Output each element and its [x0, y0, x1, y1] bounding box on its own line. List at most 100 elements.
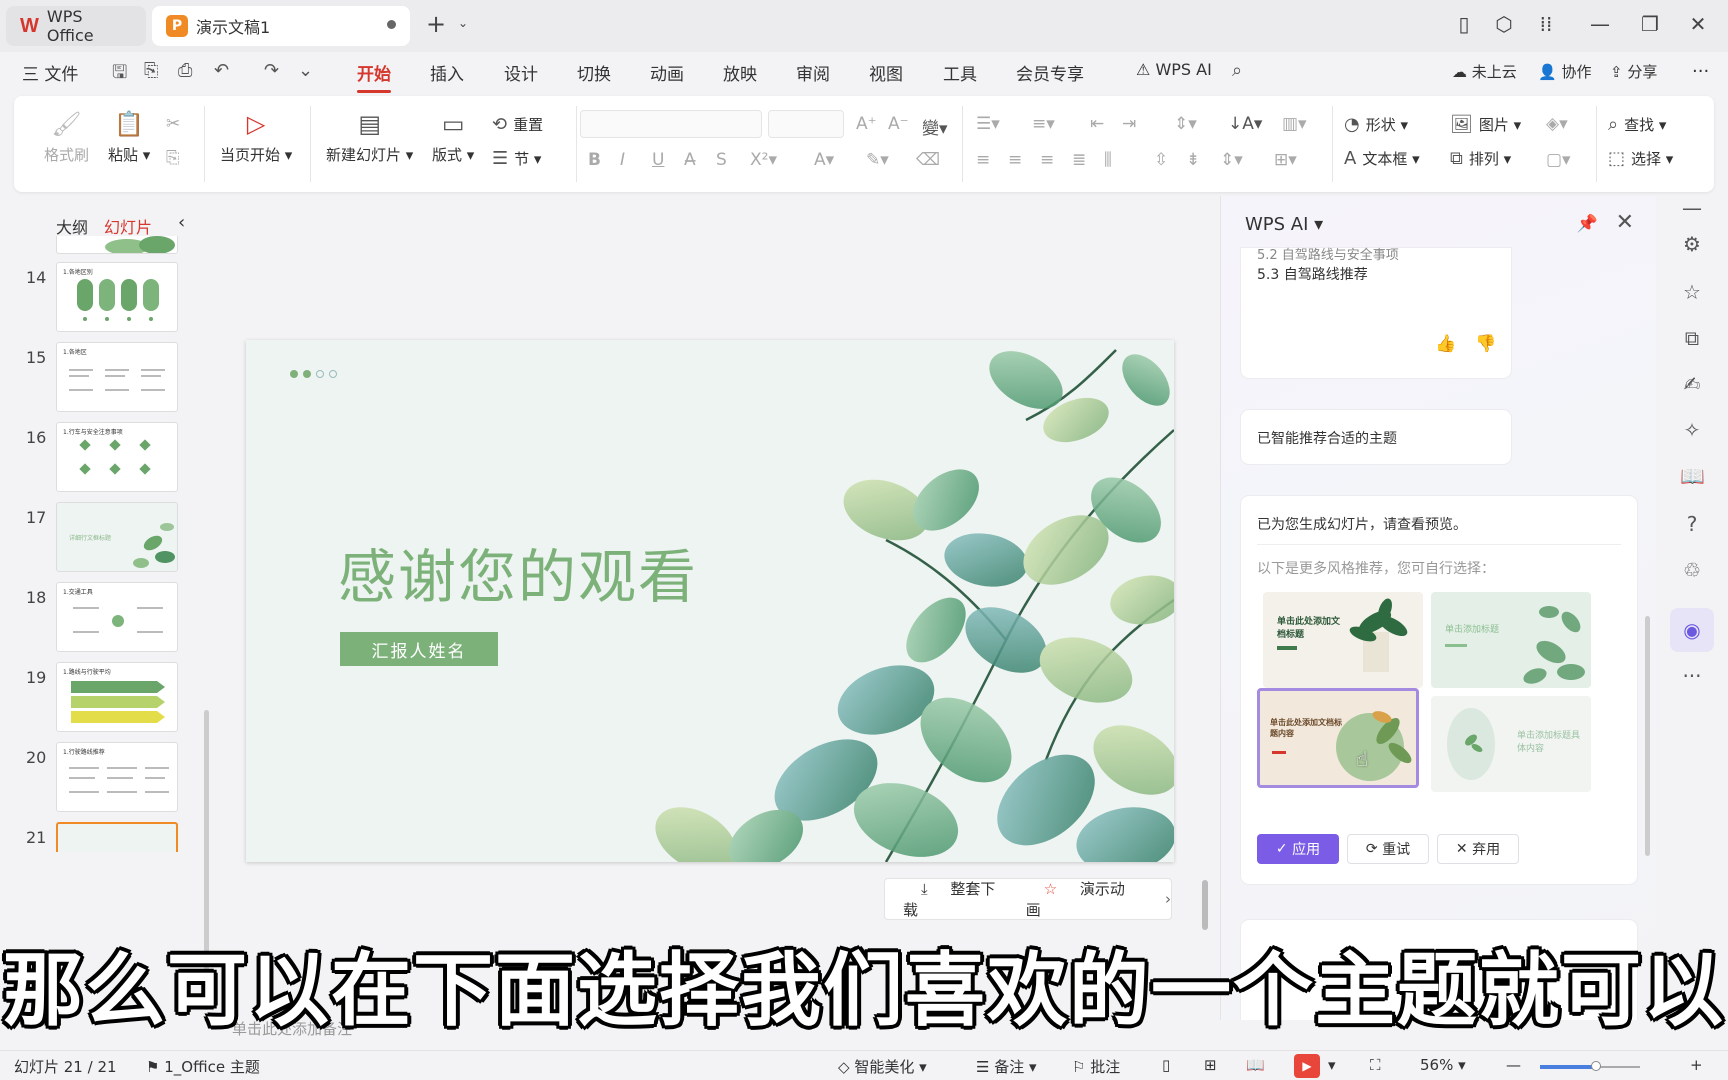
phonetic-icon[interactable]: 變▾ [922, 114, 948, 139]
new-slide-button[interactable]: ▤ 新建幻灯片 ▾ [326, 110, 413, 165]
reset-button[interactable]: ⟲ 重置 [492, 114, 543, 135]
menu-transition[interactable]: 切换 [577, 60, 611, 85]
menu-animation[interactable]: 动画 [650, 60, 684, 85]
menu-slideshow[interactable]: 放映 [723, 60, 757, 85]
line-spacing-icon[interactable]: ⇕▾ [1174, 114, 1197, 134]
discard-button[interactable]: ✕ 弃用 [1437, 834, 1519, 864]
font-family-select[interactable] [580, 110, 762, 138]
slide-thumbnail[interactable]: 1.各地区 [56, 342, 178, 412]
slide-thumbnail-selected[interactable] [56, 822, 178, 852]
columns-icon[interactable]: ▥▾ [1282, 114, 1307, 134]
restore-icon[interactable]: ❐ [1636, 12, 1664, 36]
theme-indicator[interactable]: ⚑ 1_Office 主题 [146, 1056, 260, 1077]
print-icon[interactable]: ⎙ [178, 60, 192, 81]
unsaved-dot-icon[interactable] [387, 20, 396, 29]
bullet-list-icon[interactable]: ☰▾ [976, 114, 1000, 134]
beautify-button[interactable]: ◇ 智能美化 ▾ [838, 1056, 927, 1077]
select-button[interactable]: ⬚ 选择 ▾ [1608, 148, 1673, 169]
eraser-icon[interactable]: ⌫ [916, 150, 940, 170]
close-window-icon[interactable]: ✕ [1684, 12, 1712, 36]
highlight-icon[interactable]: ✎▾ [866, 150, 889, 170]
arrange-button[interactable]: ⧉ 排列 ▾ [1450, 148, 1511, 169]
slide-vertical-scrollbar[interactable] [1202, 880, 1208, 930]
home-tab[interactable]: W WPS Office [6, 6, 146, 46]
slideshow-play-icon[interactable]: ▶ [1294, 1054, 1320, 1078]
star-outline-icon[interactable]: ☆ [1680, 280, 1704, 304]
slides-copy-icon[interactable]: ⧉ [1680, 326, 1704, 350]
minimize-icon[interactable]: — [1586, 12, 1614, 36]
export-icon[interactable]: ⎘ [144, 60, 158, 81]
play-from-current-button[interactable]: ▷ 当页开始 ▾ [220, 110, 292, 165]
fit-window-icon[interactable]: ⛶ [1370, 1056, 1381, 1074]
collapse-line-icon[interactable]: — [1680, 196, 1704, 220]
ai-panel-title[interactable]: WPS AI ▾ [1245, 214, 1323, 235]
thumbs-down-icon[interactable]: 👎 [1475, 334, 1496, 354]
decrease-font-icon[interactable]: A⁻ [888, 114, 909, 134]
theme-option-4[interactable]: 单击添加标题具体内容 [1431, 696, 1591, 792]
slide-thumbnail[interactable]: 1.各地区别 [56, 262, 178, 332]
sidebar-layout-icon[interactable]: ▯ [1450, 12, 1478, 36]
shape-button[interactable]: ◔ 形状 ▾ [1344, 114, 1408, 135]
superscript-icon[interactable]: X²▾ [750, 150, 777, 170]
align-left-icon[interactable]: ≡ [976, 150, 990, 170]
slide-thumbnail[interactable]: 详细行文框标题 [56, 502, 178, 572]
thumbs-up-icon[interactable]: 👍 [1435, 334, 1456, 354]
distribute-icon[interactable]: ⫼ [1104, 150, 1112, 170]
save-icon[interactable]: 🖫 [112, 60, 127, 90]
retry-button[interactable]: ⟳ 重试 [1347, 834, 1429, 864]
cloud-status[interactable]: ☁ 未上云 [1452, 61, 1517, 82]
align-right-icon[interactable]: ≡ [1040, 150, 1054, 170]
format-painter-button[interactable]: 🖌 格式刷 [44, 110, 89, 165]
slide-canvas[interactable]: 感谢您的观看 汇报人姓名 [246, 340, 1174, 862]
more-dots-icon[interactable]: ··· [1680, 664, 1704, 688]
apps-grid-icon[interactable]: ⁞⁞ [1532, 12, 1560, 36]
thumb-row-20[interactable]: 20 1.行驶路线推荐 [14, 742, 200, 814]
theme-option-3-selected[interactable]: 单击此处添加文档标题内容 ☝ [1257, 688, 1419, 788]
bold-icon[interactable]: B [588, 150, 601, 170]
grid-view-icon[interactable]: ⊞ [1204, 1056, 1217, 1074]
textbox-button[interactable]: A 文本框 ▾ [1344, 148, 1420, 169]
underline-icon[interactable]: U [652, 150, 664, 170]
download-set-button[interactable]: ⤓ 整套下载 [903, 878, 1008, 920]
numbered-list-icon[interactable]: ≡▾ [1032, 114, 1055, 134]
cube-icon[interactable]: ⬡ [1490, 12, 1518, 36]
spacing-menu-icon[interactable]: ⇕▾ [1220, 150, 1243, 170]
wps-ai-icon[interactable]: ◉ [1670, 608, 1714, 652]
text-direction-icon[interactable]: ↓A▾ [1228, 114, 1262, 134]
close-panel-icon[interactable]: ✕ [1616, 210, 1634, 235]
copy-icon[interactable]: ⎘ [166, 148, 180, 168]
reporter-name-box[interactable]: 汇报人姓名 [340, 632, 498, 666]
redo-icon[interactable]: ↷ [264, 60, 279, 81]
align-center-icon[interactable]: ≡ [1008, 150, 1022, 170]
decrease-indent-icon[interactable]: ⇤ [1090, 114, 1104, 134]
cut-icon[interactable]: ✂ [166, 114, 180, 134]
adjust-sliders-icon[interactable]: ⚙ [1680, 232, 1704, 256]
section-button[interactable]: ☰ 节 ▾ [492, 148, 541, 169]
font-size-select[interactable] [768, 110, 844, 138]
customize-chevron-icon[interactable]: ⌄ [298, 60, 313, 81]
book-icon[interactable]: 📖 [1680, 464, 1705, 488]
strikethrough-icon[interactable]: A̶ [684, 150, 696, 170]
slide-thumbnail[interactable]: 1.交通工具 [56, 582, 178, 652]
notes-button[interactable]: ☰ 备注 ▾ [976, 1056, 1037, 1077]
menu-view[interactable]: 视图 [869, 60, 903, 85]
file-menu[interactable]: 三 文件 [22, 60, 78, 85]
menu-design[interactable]: 设计 [504, 60, 538, 85]
slide-title[interactable]: 感谢您的观看 [338, 530, 698, 614]
normal-view-icon[interactable]: ▯ [1162, 1056, 1170, 1074]
zoom-slider[interactable] [1540, 1061, 1640, 1071]
document-tab[interactable]: P 演示文稿1 [152, 6, 410, 46]
menu-review[interactable]: 审阅 [796, 60, 830, 85]
theme-option-2[interactable]: 单击添加标题 [1431, 592, 1591, 688]
theme-option-1[interactable]: 单击此处添加文档标题 [1263, 592, 1423, 688]
play-options-chevron-icon[interactable]: ▾ [1328, 1056, 1336, 1074]
increase-font-icon[interactable]: A⁺ [856, 114, 877, 134]
backup-icon[interactable]: ♲ [1680, 558, 1704, 582]
thumb-row-19[interactable]: 19 1.路线与行驶平均 [14, 662, 200, 734]
search-icon[interactable]: ⌕ [1232, 60, 1242, 81]
thumb-row-15[interactable]: 15 1.各地区 [14, 342, 200, 414]
zoom-out-icon[interactable]: — [1506, 1056, 1521, 1074]
shadow-text-icon[interactable]: S [716, 150, 727, 170]
valign-icon[interactable]: ⇳ [1154, 150, 1168, 170]
magic-wand-icon[interactable]: ✧ [1680, 418, 1704, 442]
